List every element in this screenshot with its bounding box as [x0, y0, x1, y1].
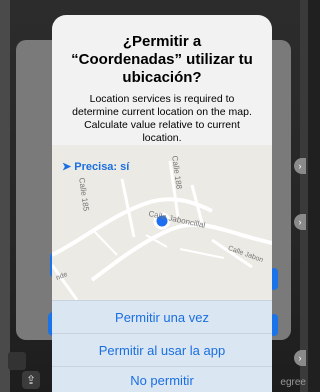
precise-location-toggle[interactable]: ➤ Precisa: sí: [62, 160, 129, 173]
background-label: egree: [280, 377, 306, 388]
precise-label: Precisa: sí: [74, 161, 130, 173]
left-edge-panel: [0, 0, 10, 392]
side-circle-icon: ›: [294, 158, 306, 174]
allow-while-using-button[interactable]: Permitir al usar la app: [52, 333, 272, 366]
side-circle-icon: ›: [294, 350, 306, 366]
alert-title: ¿Permitir a “Coordenadas” utilizar tu ub…: [71, 33, 253, 86]
allow-once-button[interactable]: Permitir una vez: [52, 300, 272, 333]
alert-message: Location services is required to determi…: [72, 93, 252, 144]
location-arrow-icon: ➤: [62, 161, 72, 173]
deny-button[interactable]: No permitir: [52, 366, 272, 392]
right-edge-panel: [300, 0, 308, 392]
location-permission-alert: ¿Permitir a “Coordenadas” utilizar tu ub…: [52, 15, 272, 392]
background-control: [8, 352, 26, 370]
share-icon: ⇪: [22, 371, 40, 389]
side-circle-icon: ›: [294, 214, 306, 230]
location-map: Calle 185 Calle 188 Calle Jaboncillal Ca…: [52, 145, 272, 300]
